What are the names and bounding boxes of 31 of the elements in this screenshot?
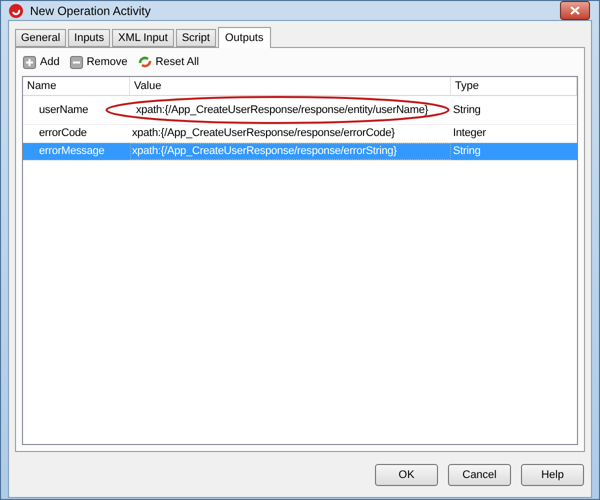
table-cell-text: xpath:{/App_CreateUserResponse/response/entity/userName} xyxy=(135,102,430,118)
table-cell-text: errorCode xyxy=(38,126,88,141)
dialog-button[interactable]: Cancel xyxy=(448,464,511,486)
table-cell-text: errorMessage xyxy=(38,144,106,159)
table-cell-text: userName xyxy=(38,102,90,118)
toolbar-button[interactable]: Reset All xyxy=(136,55,200,69)
app-logo-icon xyxy=(8,2,24,18)
tab[interactable]: General xyxy=(15,29,66,47)
table-cell-text: xpath:{/App_CreateUserResponse/response/errorCode} xyxy=(131,126,396,141)
column-header[interactable]: Name xyxy=(23,77,130,95)
tab[interactable]: Script xyxy=(176,29,216,47)
tab[interactable]: Inputs xyxy=(68,29,110,47)
toolbar-button[interactable]: Remove xyxy=(68,56,129,68)
dialog-button[interactable]: Help xyxy=(521,464,584,486)
close-icon xyxy=(570,6,580,15)
table-cell-text: String xyxy=(452,144,482,159)
refresh-icon xyxy=(138,55,152,69)
toolbar-button[interactable]: Add xyxy=(22,56,61,68)
table-row[interactable]: errorCode xpath:{/App_CreateUserResponse/response/errorCode} Integer xyxy=(23,125,577,143)
minus-icon xyxy=(70,56,83,68)
plus-icon xyxy=(23,56,36,68)
tab[interactable]: Outputs xyxy=(218,27,270,48)
window-title: New Operation Activity xyxy=(30,4,152,18)
table-cell: xpath:{/App_CreateUserResponse/response/errorString} xyxy=(130,143,451,160)
table-cell-text: String xyxy=(452,102,482,118)
close-button[interactable] xyxy=(560,1,590,20)
column-header[interactable]: Value xyxy=(130,77,451,95)
column-header[interactable]: Type xyxy=(451,77,577,95)
dialog-button[interactable]: OK xyxy=(375,464,438,486)
table-cell-text: Integer xyxy=(452,126,487,141)
tab[interactable]: XML Input xyxy=(112,29,174,47)
